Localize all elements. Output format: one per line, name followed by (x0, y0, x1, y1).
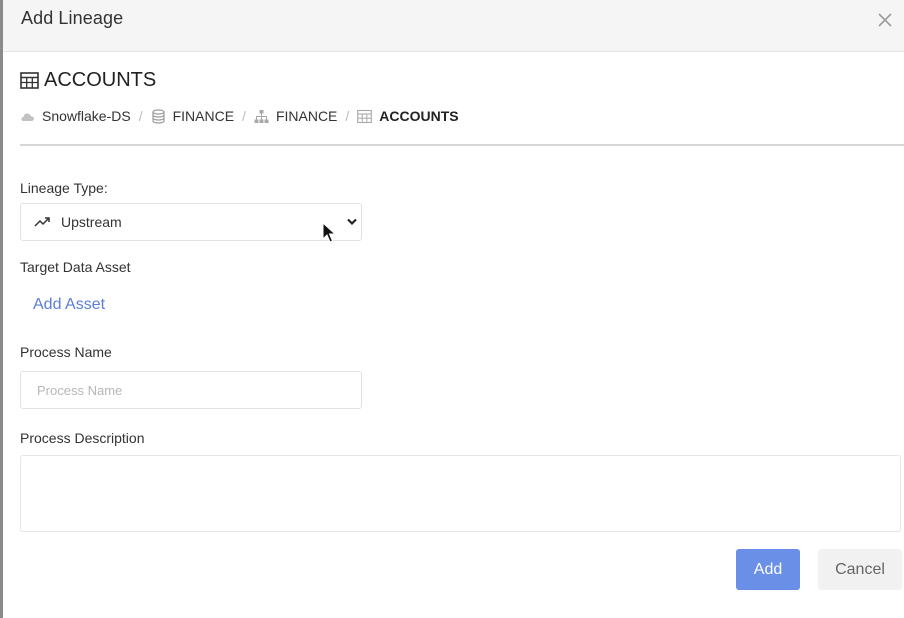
breadcrumb-item-database[interactable]: FINANCE (151, 108, 234, 124)
breadcrumb-separator: / (138, 108, 143, 124)
cancel-button[interactable]: Cancel (818, 549, 902, 590)
schema-icon (254, 109, 269, 124)
table-icon (357, 109, 373, 124)
breadcrumb-separator: / (345, 108, 350, 124)
process-name-label: Process Name (20, 344, 112, 360)
breadcrumb-separator: / (242, 108, 246, 124)
lineage-type-select[interactable]: Upstream (20, 203, 362, 241)
breadcrumb-label: ACCOUNTS (379, 108, 459, 124)
asset-name: ACCOUNTS (44, 69, 157, 91)
breadcrumb-label: Snowflake-DS (42, 108, 131, 124)
asset-title: ACCOUNTS (20, 69, 156, 92)
cloud-icon (20, 109, 35, 124)
breadcrumb: Snowflake-DS / FINANCE / FINANCE / ACCOU… (20, 108, 459, 124)
modal-title: Add Lineage (21, 8, 124, 28)
table-icon (20, 72, 39, 89)
trending-up-icon (34, 215, 51, 229)
lineage-type-label: Lineage Type: (20, 180, 108, 196)
process-name-input[interactable] (20, 371, 362, 409)
close-icon[interactable] (874, 9, 896, 31)
breadcrumb-item-datasource[interactable]: Snowflake-DS (20, 108, 131, 124)
process-description-textarea[interactable] (20, 455, 901, 532)
breadcrumb-label: FINANCE (275, 108, 338, 124)
header-divider (20, 144, 904, 146)
add-lineage-modal: Add Lineage ACCOUNTS Snowflake-DS / FINA… (3, 0, 904, 618)
modal-header: Add Lineage (3, 0, 904, 52)
database-icon (151, 108, 166, 124)
breadcrumb-item-table: ACCOUNTS (357, 108, 459, 124)
add-asset-link[interactable]: Add Asset (33, 296, 105, 314)
add-button[interactable]: Add (736, 549, 800, 590)
breadcrumb-item-schema[interactable]: FINANCE (254, 108, 337, 124)
chevron-down-icon (346, 217, 358, 227)
process-description-label: Process Description (20, 430, 145, 446)
target-data-asset-label: Target Data Asset (20, 259, 131, 275)
breadcrumb-label: FINANCE (172, 108, 235, 124)
lineage-type-value: Upstream (61, 214, 122, 230)
